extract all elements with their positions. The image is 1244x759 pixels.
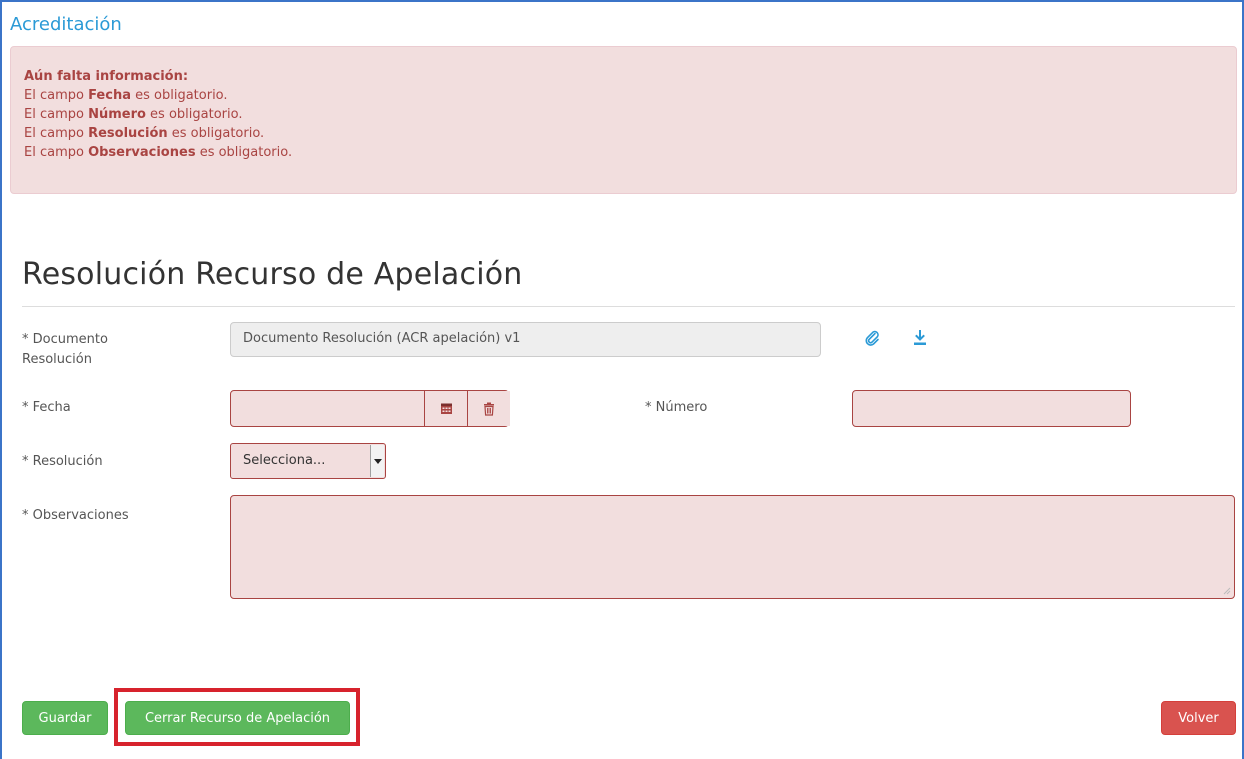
- app-title: Acreditación: [10, 14, 122, 35]
- alert-line-fecha: El campo Fecha es obligatorio.: [24, 88, 228, 103]
- calendar-icon: [440, 403, 452, 414]
- observaciones-label: * Observaciones: [22, 508, 129, 523]
- fecha-input-group: [230, 390, 510, 427]
- paperclip-icon[interactable]: [864, 330, 880, 350]
- cerrar-recurso-button[interactable]: Cerrar Recurso de Apelación: [125, 701, 350, 735]
- documento-label: * Documento Resolución: [22, 332, 108, 367]
- trash-icon: [484, 402, 494, 416]
- observaciones-textarea[interactable]: [230, 495, 1235, 599]
- calendar-button[interactable]: [424, 391, 467, 426]
- documento-field: Documento Resolución (ACR apelación) v1: [230, 322, 821, 357]
- fecha-input[interactable]: [231, 391, 424, 426]
- chevron-down-icon[interactable]: [370, 445, 384, 477]
- fecha-label: * Fecha: [22, 400, 71, 415]
- numero-label: * Número: [645, 400, 708, 415]
- resolucion-label: * Resolución: [22, 454, 103, 469]
- clear-date-button[interactable]: [467, 391, 510, 426]
- alert-line-numero: El campo Número es obligatorio.: [24, 107, 243, 122]
- resolucion-selected: Selecciona...: [243, 453, 326, 468]
- alert-heading: Aún falta información:: [24, 69, 189, 84]
- download-icon[interactable]: [913, 330, 927, 350]
- title-divider: [22, 306, 1235, 307]
- form-title: Resolución Recurso de Apelación: [22, 257, 523, 292]
- numero-input[interactable]: [852, 390, 1131, 427]
- resize-grip-icon[interactable]: [1223, 587, 1231, 595]
- volver-button[interactable]: Volver: [1161, 701, 1236, 735]
- alert-line-observaciones: El campo Observaciones es obligatorio.: [24, 145, 293, 160]
- alert-line-resolucion: El campo Resolución es obligatorio.: [24, 126, 265, 141]
- resolucion-select[interactable]: Selecciona...: [230, 443, 386, 479]
- validation-alert: Aún falta información: El campo Fecha es…: [10, 46, 1237, 194]
- guardar-button[interactable]: Guardar: [22, 701, 108, 735]
